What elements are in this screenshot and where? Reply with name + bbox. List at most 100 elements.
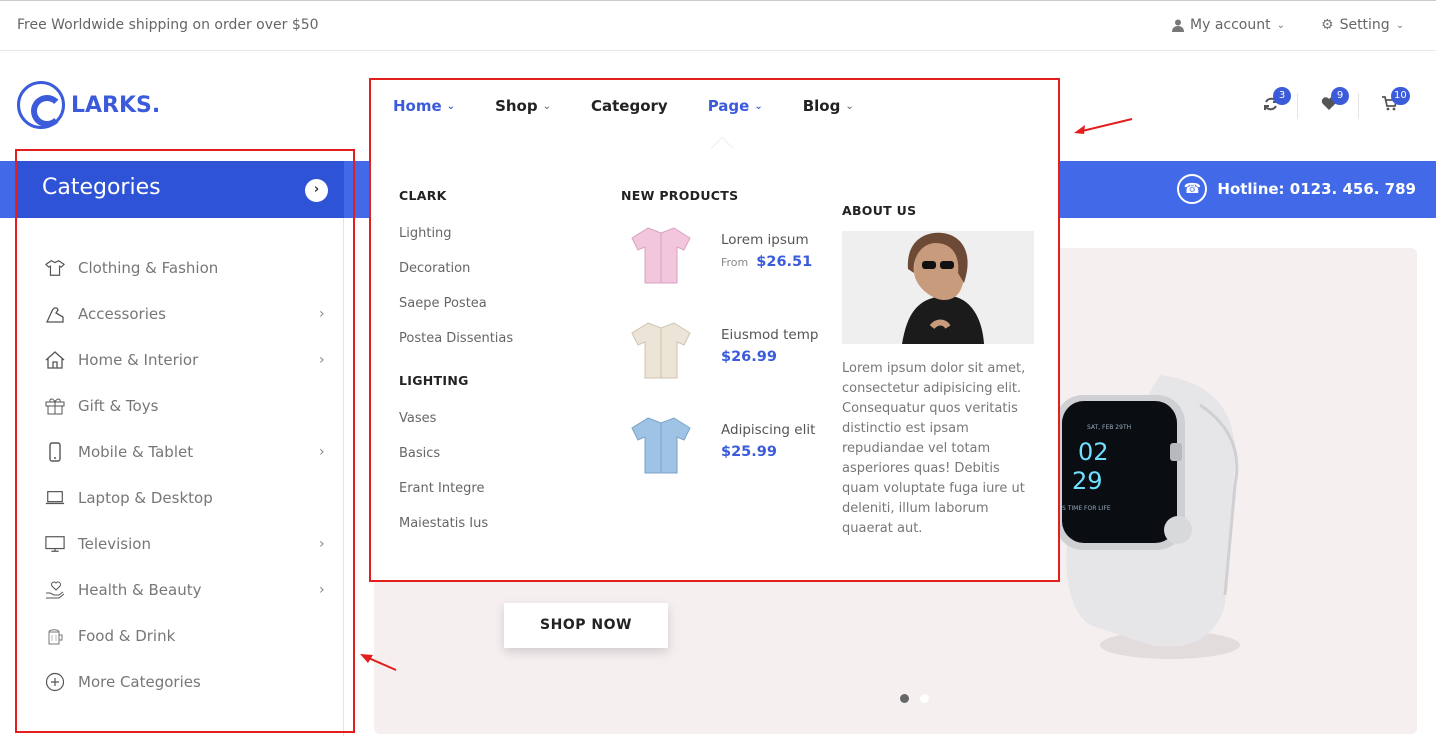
category-label: Home & Interior — [78, 351, 199, 369]
category-label: Gift & Toys — [78, 397, 159, 415]
slider-dot[interactable] — [920, 694, 929, 703]
chevron-right-icon: › — [319, 582, 325, 598]
mega-link[interactable]: Maiestatis Ius — [399, 516, 488, 531]
compare-button[interactable]: 3 — [1263, 87, 1291, 116]
category-item-more[interactable]: More Categories — [17, 659, 344, 705]
plus-circle-icon — [45, 672, 65, 692]
category-label: Laptop & Desktop — [78, 489, 213, 507]
category-item-accessories[interactable]: Accessories › — [17, 291, 344, 337]
setting-menu[interactable]: ⚙ Setting ⌄ — [1321, 17, 1404, 33]
my-account-menu[interactable]: My account ⌄ — [1172, 17, 1285, 33]
nav-label: Home — [393, 97, 442, 115]
mega-col-title-lighting: LIGHTING — [399, 373, 469, 388]
category-item-mobile[interactable]: Mobile & Tablet › — [17, 429, 344, 475]
watch-caption: S TIME FOR LIFE — [1062, 505, 1111, 512]
nav-label: Blog — [802, 97, 841, 115]
hotline: ☎ Hotline: 0123. 456. 789 — [1177, 174, 1416, 204]
chevron-down-icon: ⌄ — [1276, 19, 1285, 31]
slider-dot-active[interactable] — [900, 694, 909, 703]
category-label: Health & Beauty — [78, 581, 202, 599]
cart-button[interactable]: 10 — [1381, 87, 1410, 116]
category-label: Television — [78, 535, 151, 553]
chevron-down-icon: ⌄ — [542, 100, 551, 112]
category-item-laptop[interactable]: Laptop & Desktop — [17, 475, 344, 521]
category-item-gift[interactable]: Gift & Toys — [17, 383, 344, 429]
mega-link[interactable]: Postea Dissentias — [399, 331, 513, 346]
mega-link[interactable]: Decoration — [399, 261, 470, 276]
logo-mark — [17, 81, 65, 129]
chevron-right-icon: › — [319, 444, 325, 460]
shop-now-button[interactable]: SHOP NOW — [504, 603, 668, 648]
nav-item-home[interactable]: Home ⌄ — [393, 97, 455, 115]
product-item[interactable]: Eiusmod temp $26.99 — [626, 315, 818, 385]
user-icon — [1172, 19, 1184, 32]
dropdown-notch — [710, 136, 734, 160]
category-item-clothing[interactable]: Clothing & Fashion — [17, 245, 344, 291]
category-label: Mobile & Tablet — [78, 443, 194, 461]
drink-icon — [45, 626, 65, 646]
smartwatch-image: SAT, FEB 29TH 02 29 S TIME FOR LIFE — [1055, 375, 1240, 659]
product-item[interactable]: Lorem ipsum From $26.51 — [626, 220, 812, 290]
chevron-right-icon[interactable]: › — [305, 179, 328, 202]
mega-link[interactable]: Lighting — [399, 226, 452, 241]
mega-link[interactable]: Erant Integre — [399, 481, 484, 496]
wishlist-count-badge: 9 — [1331, 87, 1349, 105]
mega-link[interactable]: Basics — [399, 446, 440, 461]
nav-label: Page — [707, 97, 750, 115]
shirt-product-image — [631, 417, 691, 474]
nav-label: Shop — [495, 97, 538, 115]
shirt-icon — [45, 258, 65, 278]
setting-label: Setting — [1339, 17, 1390, 33]
top-bar: Free Worldwide shipping on order over $5… — [0, 0, 1436, 51]
nav-item-blog[interactable]: Blog ⌄ — [803, 97, 854, 115]
watch-date: SAT, FEB 29TH — [1087, 424, 1131, 431]
category-item-television[interactable]: Television › — [17, 521, 344, 567]
shirt-product-image — [631, 322, 691, 379]
shipping-notice: Free Worldwide shipping on order over $5… — [17, 17, 319, 33]
categories-sidebar: Categories › Clothing & Fashion Accessor… — [17, 161, 344, 736]
mega-col-title-about: ABOUT US — [842, 203, 917, 218]
mega-link[interactable]: Vases — [399, 411, 436, 426]
watch-hour: 02 — [1078, 438, 1109, 466]
product-price: $26.51 — [756, 254, 813, 270]
category-item-food[interactable]: Food & Drink — [17, 613, 344, 659]
compare-count-badge: 3 — [1273, 87, 1291, 105]
site-logo[interactable]: LARKS. — [17, 81, 160, 129]
categories-title: Categories — [42, 175, 161, 200]
tv-icon — [45, 534, 65, 554]
product-price: $25.99 — [721, 444, 777, 460]
category-item-home[interactable]: Home & Interior › — [17, 337, 344, 383]
mega-link[interactable]: Saepe Postea — [399, 296, 487, 311]
chevron-down-icon: ⌄ — [446, 100, 456, 112]
about-us-text: Lorem ipsum dolor sit amet, consectetur … — [842, 361, 1026, 536]
house-icon — [45, 350, 65, 370]
category-item-health[interactable]: Health & Beauty › — [17, 567, 344, 613]
categories-header[interactable]: Categories › — [17, 161, 344, 218]
chevron-down-icon: ⌄ — [1395, 19, 1405, 31]
chevron-right-icon: › — [319, 306, 325, 322]
nav-item-page[interactable]: Page ⌄ — [708, 97, 763, 115]
phone-icon: ☎ — [1177, 174, 1208, 204]
chevron-down-icon: ⌄ — [845, 100, 854, 112]
product-name: Eiusmod temp — [721, 327, 819, 343]
category-label: Accessories — [78, 305, 166, 323]
category-label: More Categories — [78, 673, 201, 691]
nav-item-category[interactable]: Category — [591, 97, 668, 115]
mega-col-title-new-products: NEW PRODUCTS — [621, 188, 739, 203]
nav-item-shop[interactable]: Shop ⌄ — [495, 97, 551, 115]
cart-count-badge: 10 — [1391, 87, 1410, 105]
product-price: $26.99 — [721, 349, 777, 365]
divider — [1358, 93, 1359, 119]
product-item[interactable]: Adipiscing elit $25.99 — [626, 410, 815, 480]
wishlist-button[interactable]: 9 — [1321, 87, 1349, 116]
model-photo — [842, 231, 1034, 344]
product-name: Lorem ipsum — [721, 232, 809, 248]
hotline-text: Hotline: 0123. 456. 789 — [1217, 180, 1416, 198]
category-label: Clothing & Fashion — [78, 259, 219, 277]
price-from-label: From — [721, 256, 749, 269]
gear-icon: ⚙ — [1321, 17, 1334, 33]
annotation-arrow-icon — [1074, 118, 1133, 134]
chevron-down-icon: ⌄ — [754, 100, 763, 112]
mega-col-title-clark: CLARK — [399, 188, 447, 203]
nav-label: Category — [590, 97, 668, 115]
